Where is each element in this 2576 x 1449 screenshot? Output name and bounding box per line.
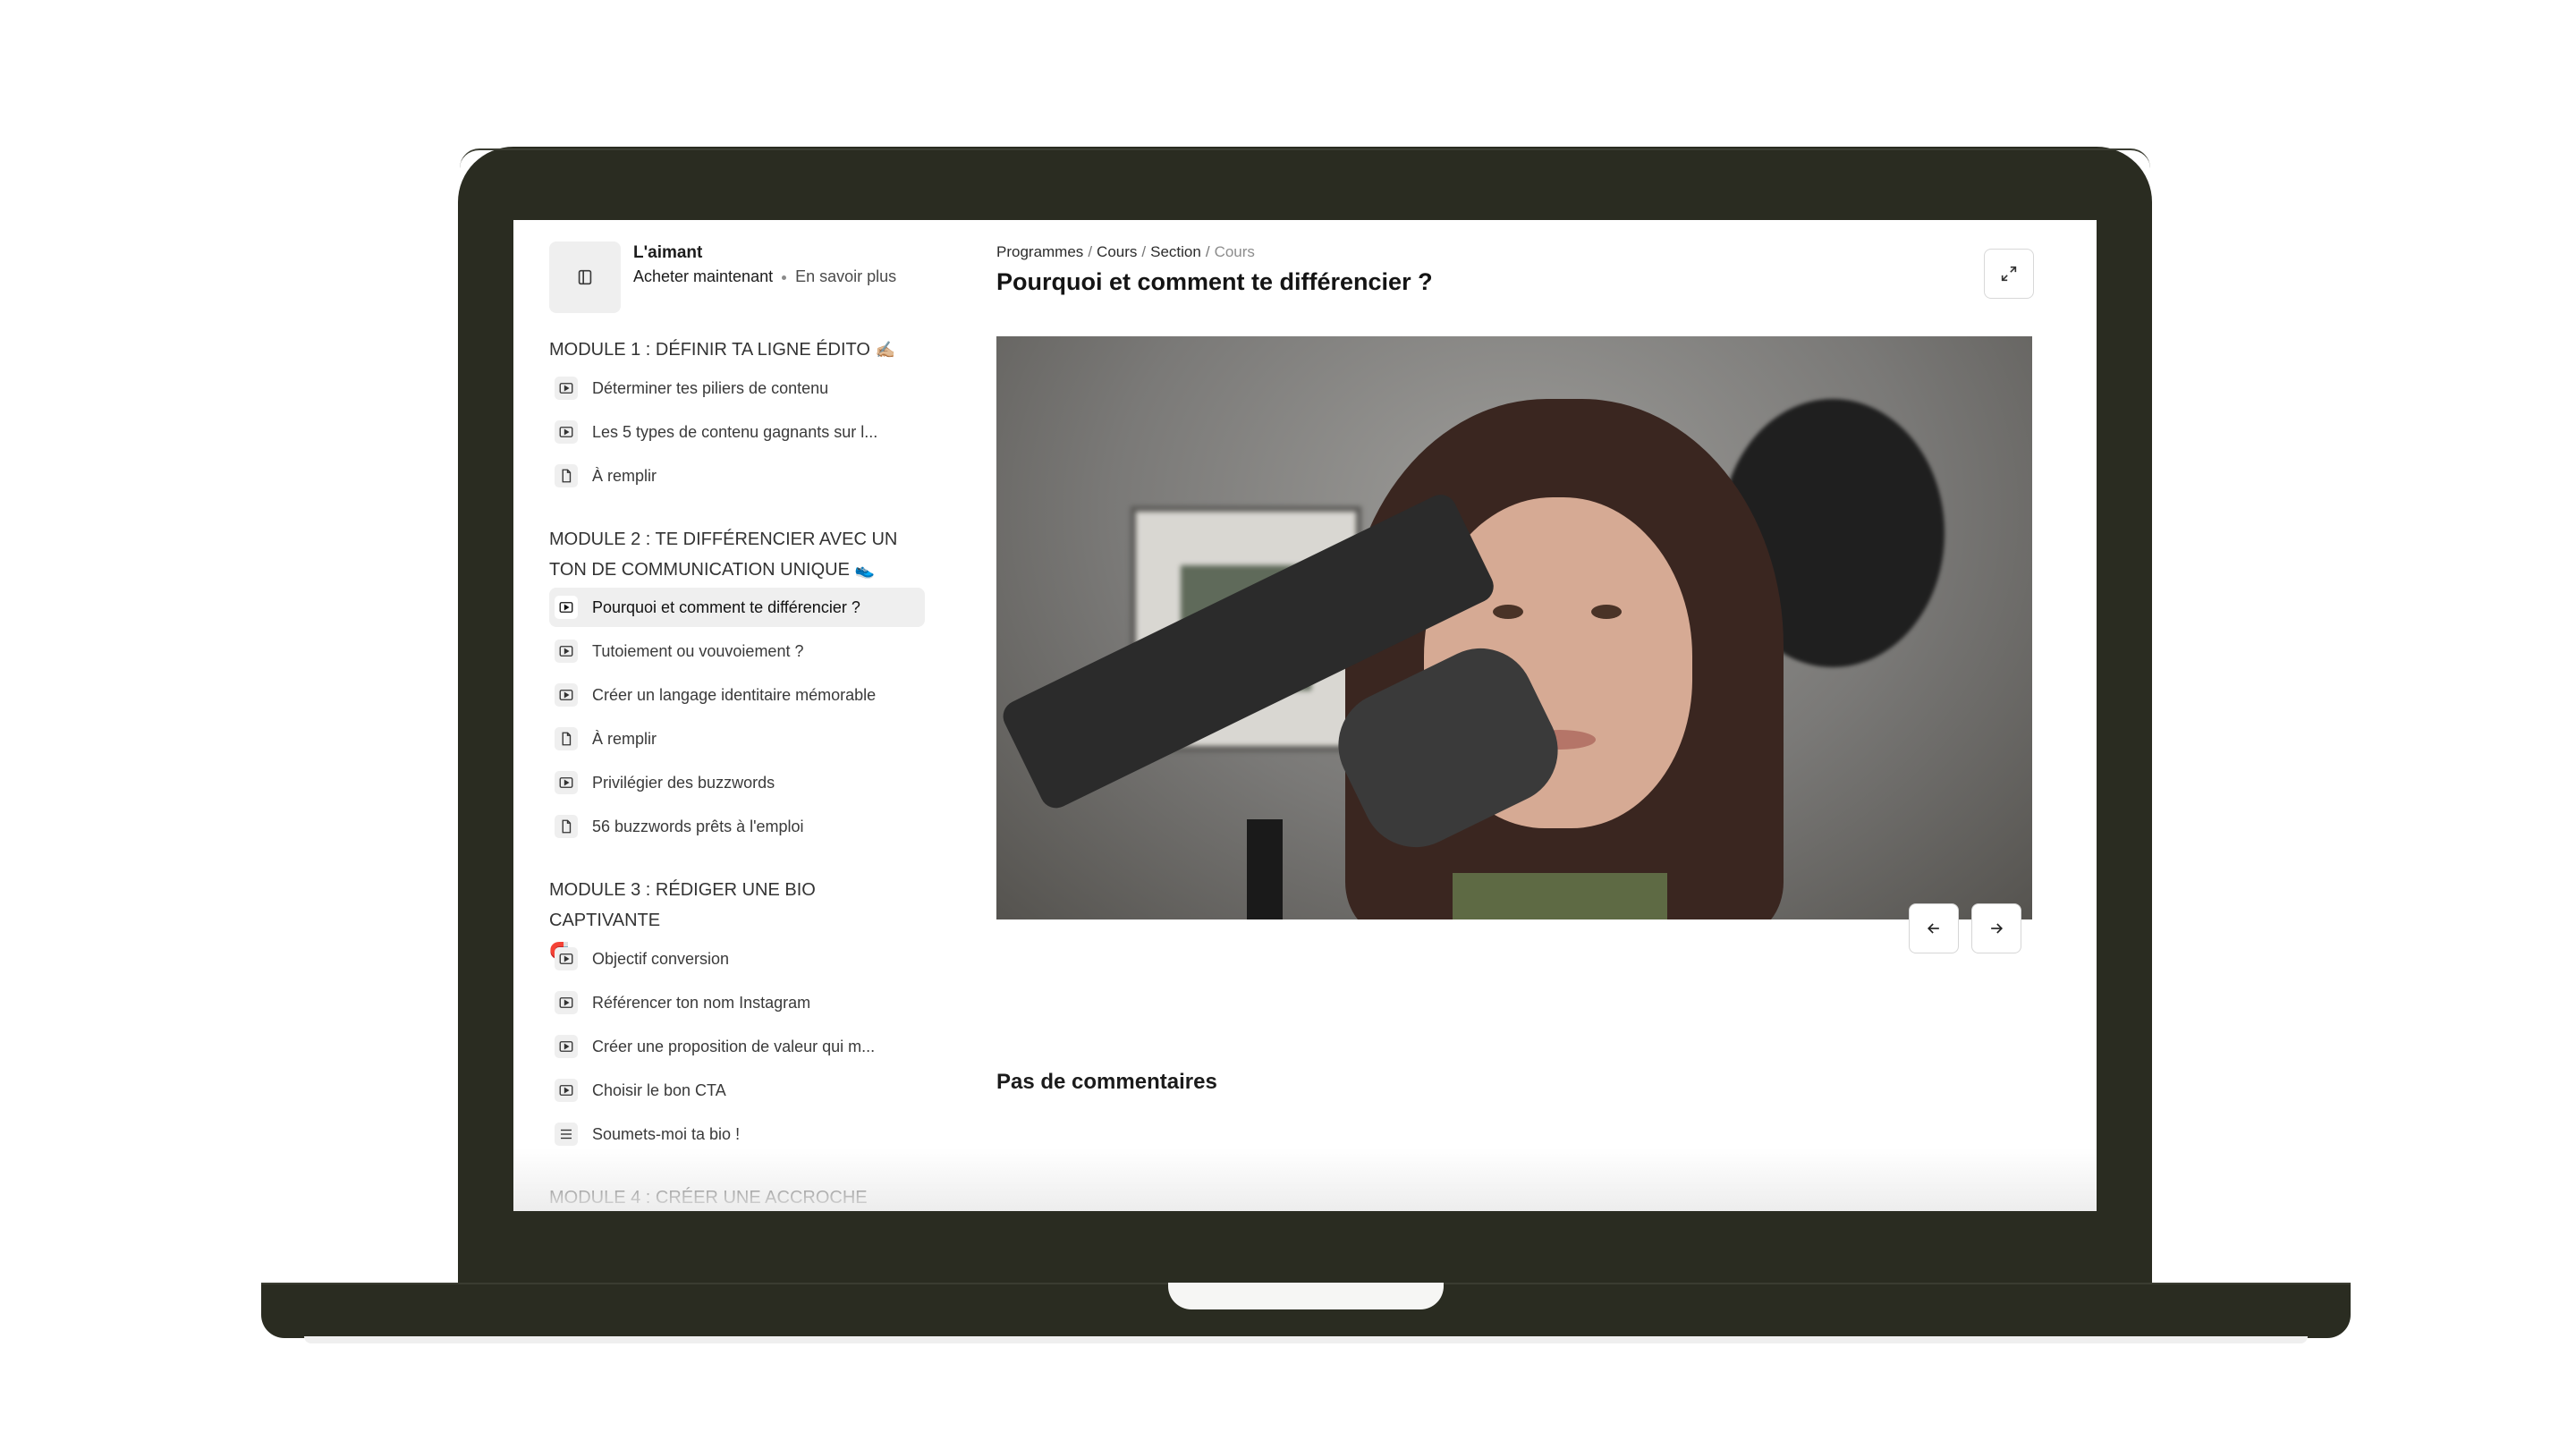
lesson-item[interactable]: Créer un langage identitaire mémorable [549,675,925,715]
arrow-left-icon [1927,923,1939,934]
lesson-item[interactable]: Les 5 types de contenu gagnants sur l... [549,412,925,452]
video-person-eye [1591,605,1622,619]
laptop-notch [1168,1283,1444,1309]
laptop-screen: L'aimant Acheter maintenant En savoir plu… [513,220,2097,1211]
breadcrumb-current: Cours [1214,243,1255,260]
breadcrumb-separator: / [1205,243,1210,260]
lesson-item[interactable]: Créer une proposition de valeur qui m... [549,1027,925,1066]
video-icon [555,947,578,970]
lesson-item[interactable]: 56 buzzwords prêts à l'emploi [549,807,925,846]
lesson-item[interactable]: À remplir [549,456,925,496]
module-heading: MODULE 4 : CRÉER UNE ACCROCHE [549,1188,868,1208]
comments-heading: Pas de commentaires [996,1070,1217,1094]
expand-icon [2001,266,2017,282]
sidebar-toggle-button[interactable] [549,242,621,313]
video-icon [555,596,578,619]
buy-now-link[interactable]: Acheter maintenant [633,267,773,285]
lesson-item[interactable]: Déterminer tes piliers de contenu [549,369,925,408]
lesson-item[interactable]: Soumets-moi ta bio ! [549,1114,925,1154]
video-icon [555,991,578,1014]
lesson-item[interactable]: À remplir [549,719,925,758]
separator-dot [782,275,787,280]
breadcrumb-separator: / [1088,243,1093,260]
video-icon [555,640,578,663]
lesson-item[interactable]: Référencer ton nom Instagram [549,983,925,1022]
video-microphone-stand [1247,819,1283,919]
video-icon [555,377,578,400]
document-icon [555,815,578,838]
video-person-eye [1493,605,1523,619]
sidebar-panel-icon [578,269,592,285]
arrow-right-icon [1991,923,2004,934]
lesson-item[interactable]: Privilégier des buzzwords [549,763,925,802]
lesson-item[interactable]: Objectif conversion [549,939,925,979]
text-lines-icon [555,1123,578,1146]
video-icon [555,1035,578,1058]
breadcrumb-cours[interactable]: Cours [1097,243,1137,260]
document-icon [555,464,578,487]
video-person-shirt [1453,873,1667,919]
learn-more-link[interactable]: En savoir plus [795,267,896,285]
product-title: L'aimant [633,243,703,262]
page-title: Pourquoi et comment te différencier ? [996,268,1433,295]
module-heading: MODULE 2 : TE DIFFÉRENCIER AVEC UN TON D… [549,530,898,580]
document-icon [555,727,578,750]
lesson-item-active[interactable]: Pourquoi et comment te différencier ? [549,588,925,627]
laptop-shadow [304,1336,2308,1343]
breadcrumb-separator: / [1141,243,1147,260]
video-icon [555,1079,578,1102]
product-links: Acheter maintenant En savoir plus [633,267,896,286]
video-icon [555,683,578,707]
breadcrumb-programmes[interactable]: Programmes [996,243,1083,260]
lesson-item[interactable]: Tutoiement ou vouvoiement ? [549,631,925,671]
next-lesson-button[interactable] [1971,903,2021,953]
breadcrumb: Programmes / Cours / Section / Cours [996,243,1255,261]
breadcrumb-section[interactable]: Section [1150,243,1201,260]
video-icon [555,420,578,444]
fullscreen-button[interactable] [1984,249,2034,299]
previous-lesson-button[interactable] [1909,903,1959,953]
module-heading: MODULE 1 : DÉFINIR TA LIGNE ÉDITO ✍🏼 [549,340,895,360]
video-icon [555,771,578,794]
video-player[interactable] [996,336,2032,919]
lesson-item[interactable]: Choisir le bon CTA [549,1071,925,1110]
